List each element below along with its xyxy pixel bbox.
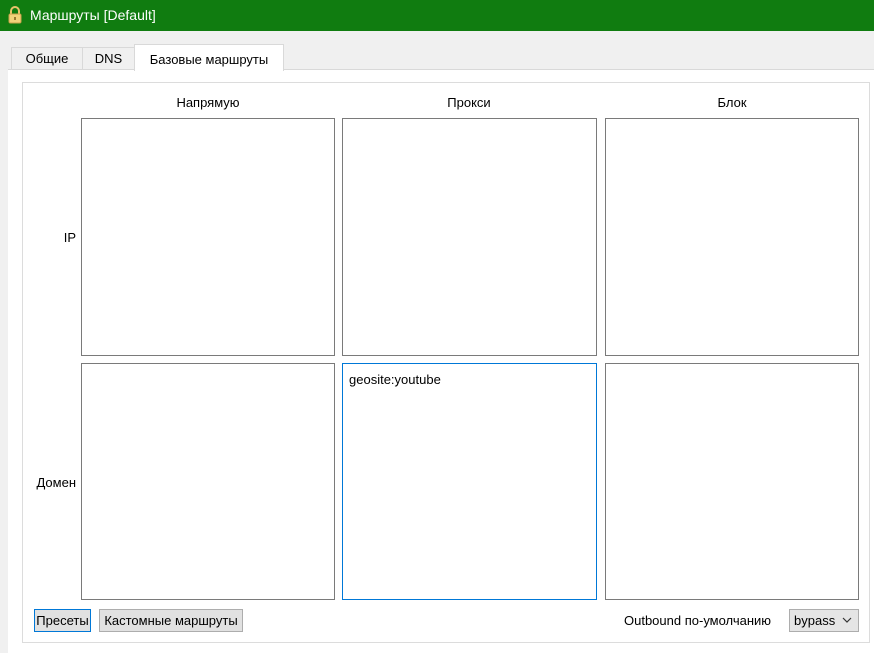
row-label-ip: IP (63, 230, 76, 245)
domain-proxy-textarea[interactable]: geosite:youtube (342, 363, 597, 600)
tab-strip: Общие DNS Базовые маршруты (0, 31, 874, 71)
ip-proxy-textarea[interactable] (342, 118, 597, 356)
domain-block-textarea[interactable] (605, 363, 859, 600)
tab-label: Базовые маршруты (149, 52, 269, 67)
outbound-selected-value: bypass (794, 613, 836, 628)
tab-label: Общие (25, 51, 69, 66)
tab-dns[interactable]: DNS (82, 47, 135, 69)
ip-block-textarea[interactable] (605, 118, 859, 356)
column-header-proxy: Прокси (447, 95, 491, 110)
tab-basic-routes[interactable]: Базовые маршруты (134, 44, 284, 71)
tab-general[interactable]: Общие (11, 47, 83, 69)
ip-direct-textarea[interactable] (81, 118, 335, 356)
tab-label: DNS (94, 51, 123, 66)
column-header-block: Блок (717, 95, 747, 110)
lock-icon (8, 6, 22, 24)
window-title: Маршруты [Default] (30, 7, 156, 23)
outbound-default-label: Outbound по-умолчанию (624, 613, 772, 628)
domain-direct-textarea[interactable] (81, 363, 335, 600)
row-label-domain: Домен (36, 475, 76, 490)
custom-routes-button[interactable]: Кастомные маршруты (99, 609, 243, 632)
column-header-direct: Напрямую (176, 95, 240, 110)
outbound-default-select[interactable]: bypass (789, 609, 859, 632)
chevron-down-icon (842, 617, 852, 623)
preset-button[interactable]: Пресеты (34, 609, 91, 632)
title-bar: Маршруты [Default] (0, 0, 874, 31)
